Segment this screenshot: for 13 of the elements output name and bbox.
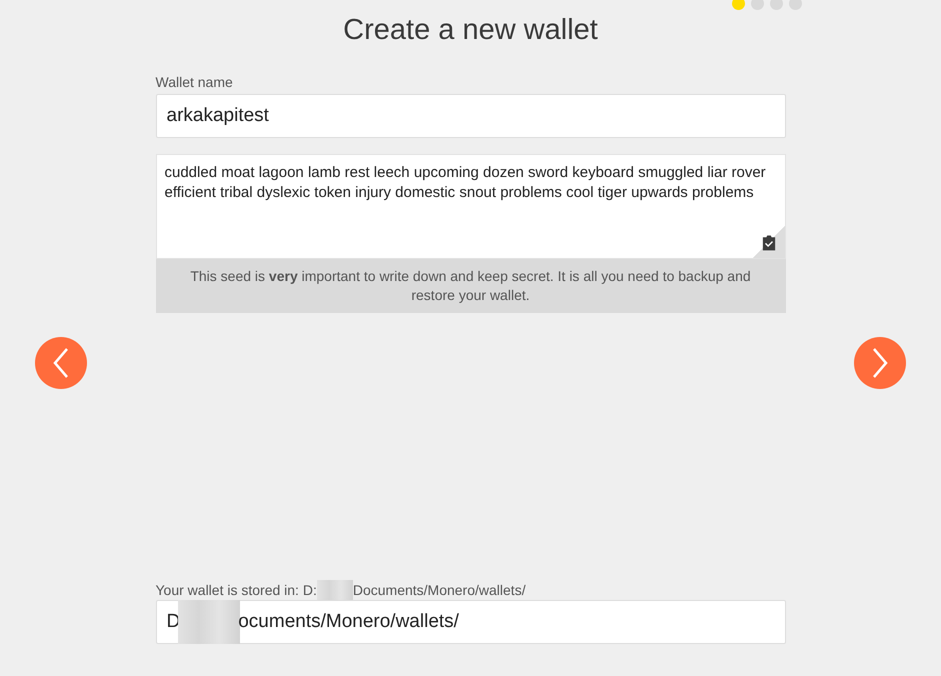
next-button[interactable] [854, 337, 906, 389]
chevron-left-icon [53, 347, 69, 379]
storage-label: Your wallet is stored in: D: [156, 582, 317, 598]
seed-text: cuddled moat lagoon lamb rest leech upcoming dozen sword keyboard smuggled liar rover efficient tribal dyslexic token injury domestic snout problems cool tiger upwards problems [164, 163, 767, 203]
chevron-right-icon [872, 347, 888, 379]
back-button[interactable] [35, 337, 87, 389]
redaction-mark [316, 580, 353, 600]
clipboard-icon[interactable] [762, 234, 776, 250]
field-label: Wallet name [156, 74, 234, 92]
wallet-name-field[interactable]: arkakapitest [156, 94, 786, 138]
page-title: Create a new wallet [342, 14, 599, 48]
seed-warning: This seed is very important to write down and keep secret. It is all you need to backup and restore your wallet. [156, 259, 786, 313]
storage-path: Documents/Monero/wallets/ [352, 582, 526, 598]
